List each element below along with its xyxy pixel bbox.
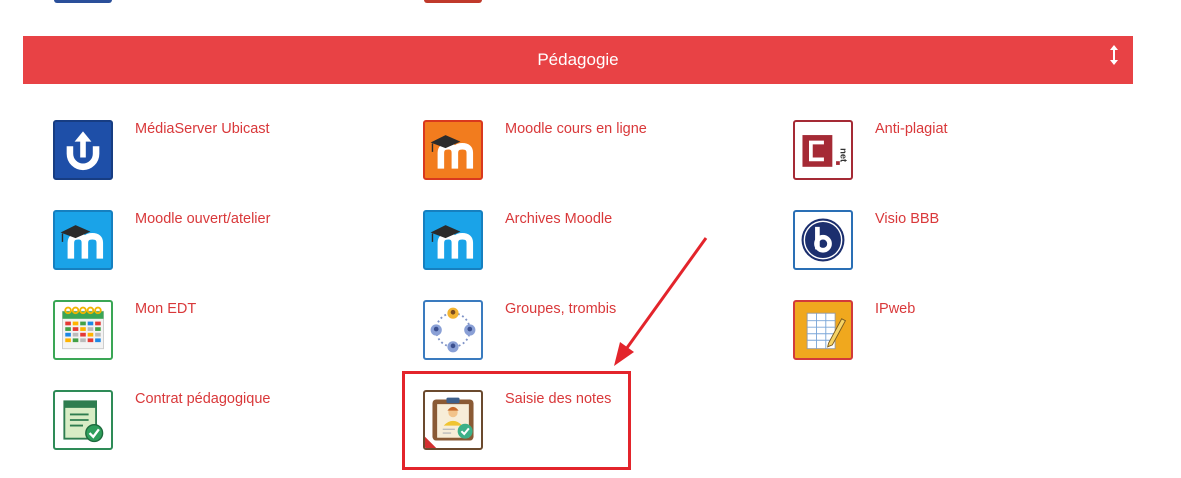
app-label[interactable]: Visio BBB <box>875 211 939 227</box>
app-mon-edt[interactable]: Mon EDT <box>53 300 383 370</box>
moodle-orange-icon <box>423 120 483 180</box>
app-ipweb[interactable]: IPweb <box>793 300 1123 370</box>
section-title: Pédagogie <box>537 50 619 69</box>
mediaserver-upload-icon <box>53 120 113 180</box>
app-label[interactable]: Contrat pédagogique <box>135 391 270 407</box>
app-visio-bbb[interactable]: Visio BBB <box>793 210 1123 280</box>
app-mediaserver-ubicast[interactable]: MédiaServer Ubicast <box>53 120 383 190</box>
calendar-timetable-icon <box>53 300 113 360</box>
group-network-icon <box>423 300 483 360</box>
moodle-blue-icon <box>423 210 483 270</box>
vertical-resize-arrows-icon[interactable] <box>1107 44 1121 66</box>
app-label[interactable]: Archives Moodle <box>505 211 612 227</box>
moodle-blue-icon <box>53 210 113 270</box>
compilatio-net-icon: net <box>793 120 853 180</box>
spreadsheet-pencil-icon <box>793 300 853 360</box>
app-label[interactable]: Mon EDT <box>135 301 196 317</box>
app-moodle-cours-en-ligne[interactable]: Moodle cours en ligne <box>423 120 753 190</box>
partial-app-tile <box>54 0 112 3</box>
annotation-highlight-box <box>402 371 631 470</box>
app-label[interactable]: Moodle ouvert/atelier <box>135 211 270 227</box>
contract-check-icon <box>53 390 113 450</box>
app-anti-plagiat[interactable]: net Anti-plagiat <box>793 120 1123 190</box>
app-label[interactable]: Anti-plagiat <box>875 121 948 137</box>
bigbluebutton-icon <box>793 210 853 270</box>
svg-text:net: net <box>839 148 849 162</box>
section-header-pedagogie[interactable]: Pédagogie <box>23 36 1133 84</box>
partial-app-tile <box>424 0 482 3</box>
app-label[interactable]: MédiaServer Ubicast <box>135 121 270 137</box>
app-moodle-ouvert-atelier[interactable]: Moodle ouvert/atelier <box>53 210 383 280</box>
app-contrat-pedagogique[interactable]: Contrat pédagogique <box>53 390 383 460</box>
annotation-arrow <box>614 237 708 366</box>
app-label[interactable]: IPweb <box>875 301 915 317</box>
app-label[interactable]: Moodle cours en ligne <box>505 121 647 137</box>
